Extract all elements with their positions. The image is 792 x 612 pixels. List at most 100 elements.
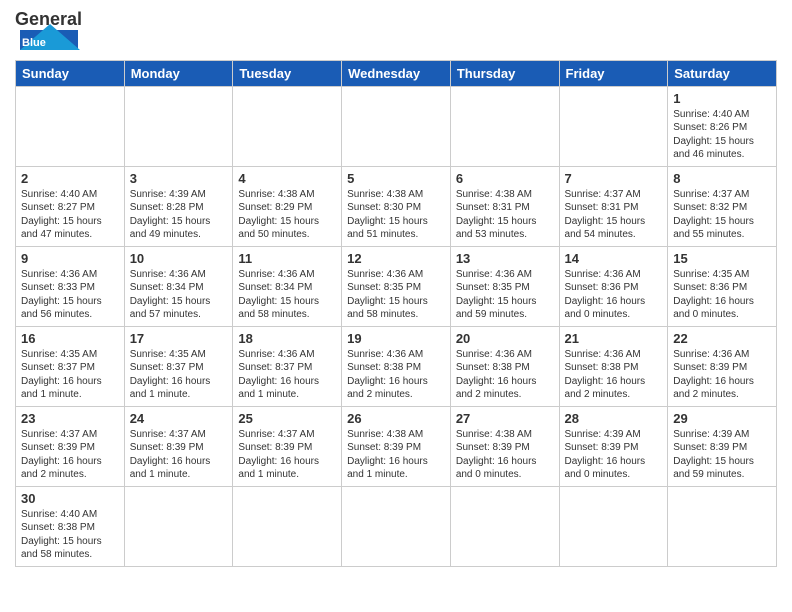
day-info: Sunrise: 4:36 AM Sunset: 8:33 PM Dayligh…	[21, 268, 119, 322]
weekday-header-monday: Monday	[124, 60, 233, 86]
day-number: 8	[673, 171, 771, 186]
day-info: Sunrise: 4:38 AM Sunset: 8:39 PM Dayligh…	[347, 428, 445, 482]
day-number: 1	[673, 91, 771, 106]
day-number: 7	[565, 171, 663, 186]
day-number: 10	[130, 251, 228, 266]
day-info: Sunrise: 4:40 AM Sunset: 8:38 PM Dayligh…	[21, 508, 119, 562]
calendar-cell: 20Sunrise: 4:36 AM Sunset: 8:38 PM Dayli…	[450, 326, 559, 406]
calendar-cell: 5Sunrise: 4:38 AM Sunset: 8:30 PM Daylig…	[342, 166, 451, 246]
day-number: 11	[238, 251, 336, 266]
weekday-header-tuesday: Tuesday	[233, 60, 342, 86]
calendar-cell: 4 Sunrise: 4:38 AM Sunset: 8:29 PM Daylig…	[233, 166, 342, 246]
day-info: Sunrise: 4:39 AM Sunset: 8:39 PM Dayligh…	[565, 428, 663, 482]
day-number: 3	[130, 171, 228, 186]
day-number: 17	[130, 331, 228, 346]
day-number: 16	[21, 331, 119, 346]
day-number: 5	[347, 171, 445, 186]
svg-text:Blue: Blue	[22, 37, 46, 49]
calendar-cell	[450, 86, 559, 166]
day-number: 13	[456, 251, 554, 266]
calendar-cell: 11Sunrise: 4:36 AM Sunset: 8:34 PM Dayli…	[233, 246, 342, 326]
day-info: Sunrise: 4:40 AM Sunset: 8:27 PM Dayligh…	[21, 188, 119, 242]
calendar-cell	[559, 486, 668, 566]
weekday-header-wednesday: Wednesday	[342, 60, 451, 86]
calendar-cell	[16, 86, 125, 166]
calendar-cell: 19 Sunrise: 4:36 AM Sunset: 8:38 PM Dayli…	[342, 326, 451, 406]
calendar-cell	[342, 86, 451, 166]
calendar-cell: 23Sunrise: 4:37 AM Sunset: 8:39 PM Dayli…	[16, 406, 125, 486]
calendar-cell: 3 Sunrise: 4:39 AM Sunset: 8:28 PM Daylig…	[124, 166, 233, 246]
calendar-cell: 21Sunrise: 4:36 AM Sunset: 8:38 PM Dayli…	[559, 326, 668, 406]
day-number: 27	[456, 411, 554, 426]
day-number: 28	[565, 411, 663, 426]
day-info: Sunrise: 4:38 AM Sunset: 8:29 PM Dayligh…	[238, 188, 336, 242]
calendar-cell	[668, 486, 777, 566]
calendar-week-1: 1 Sunrise: 4:40 AM Sunset: 8:26 PM Daylig…	[16, 86, 777, 166]
weekday-header-saturday: Saturday	[668, 60, 777, 86]
day-info: Sunrise: 4:38 AM Sunset: 8:39 PM Dayligh…	[456, 428, 554, 482]
calendar-cell: 12 Sunrise: 4:36 AM Sunset: 8:35 PM Dayli…	[342, 246, 451, 326]
day-info: Sunrise: 4:36 AM Sunset: 8:38 PM Dayligh…	[347, 348, 445, 402]
day-info: Sunrise: 4:39 AM Sunset: 8:28 PM Dayligh…	[130, 188, 228, 242]
day-number: 20	[456, 331, 554, 346]
day-info: Sunrise: 4:40 AM Sunset: 8:26 PM Dayligh…	[673, 108, 771, 162]
calendar-cell: 27 Sunrise: 4:38 AM Sunset: 8:39 PM Dayli…	[450, 406, 559, 486]
day-info: Sunrise: 4:36 AM Sunset: 8:35 PM Dayligh…	[347, 268, 445, 322]
calendar-cell: 13Sunrise: 4:36 AM Sunset: 8:35 PM Dayli…	[450, 246, 559, 326]
calendar-cell: 18Sunrise: 4:36 AM Sunset: 8:37 PM Dayli…	[233, 326, 342, 406]
calendar-cell	[124, 486, 233, 566]
day-number: 4	[238, 171, 336, 186]
calendar-cell: 8 Sunrise: 4:37 AM Sunset: 8:32 PM Daylig…	[668, 166, 777, 246]
calendar-cell	[342, 486, 451, 566]
calendar-cell: 16 Sunrise: 4:35 AM Sunset: 8:37 PM Dayli…	[16, 326, 125, 406]
day-info: Sunrise: 4:39 AM Sunset: 8:39 PM Dayligh…	[673, 428, 771, 482]
day-number: 25	[238, 411, 336, 426]
day-number: 12	[347, 251, 445, 266]
calendar-cell: 9 Sunrise: 4:36 AM Sunset: 8:33 PM Daylig…	[16, 246, 125, 326]
day-number: 15	[673, 251, 771, 266]
calendar-cell: 26Sunrise: 4:38 AM Sunset: 8:39 PM Dayli…	[342, 406, 451, 486]
calendar-week-4: 16 Sunrise: 4:35 AM Sunset: 8:37 PM Dayli…	[16, 326, 777, 406]
calendar-week-5: 23Sunrise: 4:37 AM Sunset: 8:39 PM Dayli…	[16, 406, 777, 486]
day-info: Sunrise: 4:36 AM Sunset: 8:38 PM Dayligh…	[565, 348, 663, 402]
day-info: Sunrise: 4:36 AM Sunset: 8:39 PM Dayligh…	[673, 348, 771, 402]
calendar-cell: 10 Sunrise: 4:36 AM Sunset: 8:34 PM Dayli…	[124, 246, 233, 326]
day-info: Sunrise: 4:37 AM Sunset: 8:32 PM Dayligh…	[673, 188, 771, 242]
page-header: General Blue	[15, 10, 777, 52]
day-info: Sunrise: 4:36 AM Sunset: 8:34 PM Dayligh…	[130, 268, 228, 322]
day-info: Sunrise: 4:38 AM Sunset: 8:31 PM Dayligh…	[456, 188, 554, 242]
day-info: Sunrise: 4:35 AM Sunset: 8:37 PM Dayligh…	[21, 348, 119, 402]
day-number: 22	[673, 331, 771, 346]
day-number: 29	[673, 411, 771, 426]
calendar-cell: 24 Sunrise: 4:37 AM Sunset: 8:39 PM Dayli…	[124, 406, 233, 486]
day-info: Sunrise: 4:37 AM Sunset: 8:39 PM Dayligh…	[130, 428, 228, 482]
calendar-cell: 6 Sunrise: 4:38 AM Sunset: 8:31 PM Daylig…	[450, 166, 559, 246]
calendar-cell: 30 Sunrise: 4:40 AM Sunset: 8:38 PM Dayli…	[16, 486, 125, 566]
calendar-cell: 7 Sunrise: 4:37 AM Sunset: 8:31 PM Daylig…	[559, 166, 668, 246]
calendar-cell: 15 Sunrise: 4:35 AM Sunset: 8:36 PM Dayli…	[668, 246, 777, 326]
day-number: 9	[21, 251, 119, 266]
calendar-week-6: 30 Sunrise: 4:40 AM Sunset: 8:38 PM Dayli…	[16, 486, 777, 566]
day-number: 24	[130, 411, 228, 426]
day-info: Sunrise: 4:36 AM Sunset: 8:36 PM Dayligh…	[565, 268, 663, 322]
calendar-cell	[233, 86, 342, 166]
calendar-cell: 1 Sunrise: 4:40 AM Sunset: 8:26 PM Daylig…	[668, 86, 777, 166]
day-info: Sunrise: 4:37 AM Sunset: 8:39 PM Dayligh…	[238, 428, 336, 482]
weekday-header-friday: Friday	[559, 60, 668, 86]
day-info: Sunrise: 4:37 AM Sunset: 8:39 PM Dayligh…	[21, 428, 119, 482]
logo-icon: Blue	[20, 24, 80, 52]
day-info: Sunrise: 4:35 AM Sunset: 8:36 PM Dayligh…	[673, 268, 771, 322]
day-info: Sunrise: 4:37 AM Sunset: 8:31 PM Dayligh…	[565, 188, 663, 242]
logo: General Blue	[15, 10, 82, 52]
calendar-cell: 2Sunrise: 4:40 AM Sunset: 8:27 PM Daylig…	[16, 166, 125, 246]
calendar-header-row: SundayMondayTuesdayWednesdayThursdayFrid…	[16, 60, 777, 86]
calendar-week-3: 9 Sunrise: 4:36 AM Sunset: 8:33 PM Daylig…	[16, 246, 777, 326]
day-number: 30	[21, 491, 119, 506]
calendar-cell: 22 Sunrise: 4:36 AM Sunset: 8:39 PM Dayli…	[668, 326, 777, 406]
day-number: 19	[347, 331, 445, 346]
calendar-cell	[559, 86, 668, 166]
day-info: Sunrise: 4:36 AM Sunset: 8:37 PM Dayligh…	[238, 348, 336, 402]
day-number: 6	[456, 171, 554, 186]
calendar-cell: 29 Sunrise: 4:39 AM Sunset: 8:39 PM Dayli…	[668, 406, 777, 486]
day-info: Sunrise: 4:35 AM Sunset: 8:37 PM Dayligh…	[130, 348, 228, 402]
